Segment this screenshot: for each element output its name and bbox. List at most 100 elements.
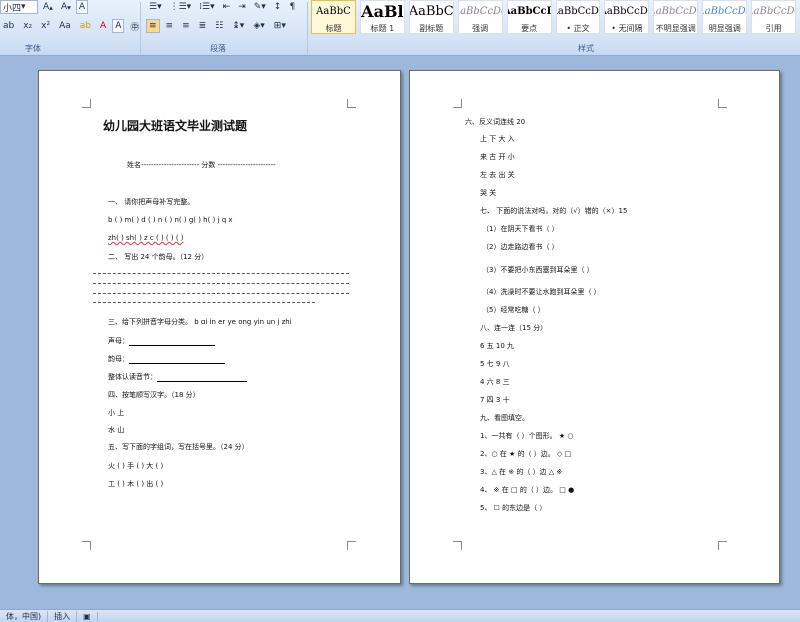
- question-line: 火 ( ) 手 ( ) 大 ( ): [108, 462, 164, 470]
- document-title: 幼儿园大班语文毕业测试题: [103, 119, 248, 133]
- margin-corner-mark: [718, 541, 727, 550]
- question-line: （4）洗澡时不要让水跑到耳朵里（ ）: [482, 288, 601, 296]
- divider: [140, 2, 141, 54]
- superscript-button[interactable]: x²: [38, 19, 53, 33]
- style-strong[interactable]: AaBbCcD 要点: [506, 0, 552, 34]
- question-heading: 二、 写出 24 个韵母。（12 分）: [108, 253, 209, 261]
- font-size-select[interactable]: 小四 ▾: [0, 0, 38, 14]
- font-color-icon[interactable]: A: [97, 19, 109, 33]
- subscript-button[interactable]: x₂: [20, 19, 35, 33]
- question-line: 3、△ 在 ※ 的（ ）边 △ ※: [480, 468, 563, 476]
- style-name: 不明显强调: [655, 24, 696, 33]
- paragraph-toolbar-row1: ☰▾ ⋮☰▾ ⁞☰▾ ⇤ ⇥ ✎▾ ↕ ¶: [146, 0, 298, 14]
- style-sample: AaBbCcD: [508, 6, 551, 17]
- style-name: 引用: [765, 24, 782, 33]
- language-status[interactable]: 体，中国): [0, 610, 49, 622]
- numbering-icon[interactable]: ⋮☰▾: [167, 0, 195, 14]
- style-emphasis[interactable]: AaBbCcDd 强调: [457, 0, 503, 34]
- question-heading: 七、 下面的说法对吗，对的（√）错的（×）15: [480, 207, 628, 215]
- decrease-indent-icon[interactable]: ⇤: [220, 0, 234, 14]
- question-heading: 八、连一连（15 分）: [480, 324, 548, 332]
- bullets-icon[interactable]: ☰▾: [146, 0, 165, 14]
- margin-corner-mark: [82, 541, 91, 550]
- answer-dash-line: [93, 273, 349, 274]
- answer-blank[interactable]: [157, 374, 247, 382]
- answer-blank[interactable]: [129, 356, 225, 364]
- style-sample: AaBbCcDd: [557, 6, 600, 17]
- borders-icon[interactable]: ⊞▾: [271, 19, 289, 33]
- status-bar: 体，中国) 插入 ▣: [0, 609, 800, 622]
- question-line: 7 四 3 十: [480, 396, 510, 404]
- paragraph-group-label: 段落: [210, 44, 226, 53]
- style-title[interactable]: AaBbC 标题: [311, 0, 356, 34]
- whole-syllables-label: 整体认读音节：: [108, 373, 157, 381]
- question-line: 哭 关: [480, 189, 497, 197]
- style-subtle-emphasis[interactable]: AaBbCcDd 不明显强调: [653, 0, 699, 34]
- style-name: 标题: [325, 24, 342, 33]
- multilevel-list-icon[interactable]: ⁞☰▾: [196, 0, 217, 14]
- change-case-button[interactable]: Aa: [56, 19, 74, 33]
- style-sample: AaBbCcDd: [752, 6, 795, 17]
- highlight-icon[interactable]: ab: [77, 19, 94, 33]
- style-sample: AaBbCcDd: [654, 6, 697, 17]
- style-name: • 无间隔: [611, 24, 643, 33]
- question-line: 来 古 开 小: [480, 153, 515, 161]
- style-intense-emphasis[interactable]: AaBbCcDd 明显强调: [702, 0, 748, 34]
- macro-record-icon[interactable]: ▣: [77, 611, 98, 621]
- question-line: 5 七 9 八: [480, 360, 510, 368]
- question-line: 4、 ※ 在 □ 的（ ）边。 □ ●: [480, 486, 575, 494]
- style-sample: AaBbCcDd: [459, 6, 502, 17]
- question-heading: 三、给下列拼音字母分类。 b ɑi in er ye ong yin un j …: [108, 318, 292, 326]
- divider: [307, 2, 308, 54]
- distribute-icon[interactable]: ☷: [212, 19, 226, 33]
- question-line: （2）边走路边看书（ ）: [482, 243, 559, 251]
- increase-indent-icon[interactable]: ⇥: [235, 0, 249, 14]
- align-right-icon[interactable]: ≡: [179, 19, 193, 33]
- question-line: 左 去 出 关: [480, 171, 515, 179]
- style-quote[interactable]: AaBbCcDd 引用: [751, 0, 797, 34]
- sort-icon[interactable]: ↕: [271, 0, 285, 14]
- style-normal[interactable]: AaBbCcDd • 正文: [555, 0, 601, 34]
- chinese-layout-icon[interactable]: ✎▾: [251, 0, 269, 14]
- question-heading: 五、写下面的字组词，写在括号里。（24 分）: [108, 443, 249, 451]
- style-name: 副标题: [419, 24, 444, 33]
- phonetic-guide-icon[interactable]: A: [75, 0, 89, 14]
- font-group-label: 字体: [25, 44, 41, 53]
- answer-blank[interactable]: [129, 338, 215, 346]
- question-line: 4 六 8 三: [480, 378, 510, 386]
- justify-icon[interactable]: ≣: [196, 19, 210, 33]
- question-heading: 六、反义词连线 20: [465, 118, 526, 126]
- strikethrough-button[interactable]: ab: [0, 19, 17, 33]
- shading-icon[interactable]: ◈▾: [250, 19, 267, 33]
- align-left-icon[interactable]: ≡: [146, 19, 160, 33]
- question-line: 2、○ 在 ★ 的（ ）边。 ◇ □: [480, 450, 572, 458]
- answer-label: 声母：: [108, 336, 215, 346]
- style-name: 标题 1: [370, 24, 395, 33]
- style-subtitle[interactable]: AaBbC 副标题: [408, 0, 454, 34]
- font-toolbar-row1: 小四 ▾ A ▴ A ▾ A: [0, 0, 89, 14]
- question-line: 水 山: [108, 426, 125, 434]
- font-toolbar-row2: ab x₂ x² Aa ab A A ㊥: [0, 18, 142, 34]
- show-marks-icon[interactable]: ¶: [286, 0, 298, 14]
- line-spacing-icon[interactable]: ↨▾: [229, 19, 247, 33]
- style-heading-1[interactable]: AaBl 标题 1: [359, 0, 405, 34]
- style-sample: AaBbCcDd: [605, 6, 648, 17]
- insert-mode-status[interactable]: 插入: [48, 610, 78, 622]
- question-heading: 九、看图填空。: [480, 414, 529, 422]
- document-page-1[interactable]: 幼儿园大班语文毕业测试题 姓名----------------------- 分…: [38, 70, 401, 584]
- style-no-spacing[interactable]: AaBbCcDd • 无间隔: [604, 0, 650, 34]
- grow-font-button[interactable]: A ▴: [40, 0, 56, 14]
- style-sample: AaBbCcDd: [703, 6, 746, 17]
- document-page-2[interactable]: 六、反义词连线 20 上 下 大 入 来 古 开 小 左 去 出 关 哭 关 七…: [409, 70, 780, 584]
- consonants-label: 声母：: [108, 337, 129, 345]
- answer-label: 整体认读音节：: [108, 372, 247, 382]
- styles-group-label: 样式: [578, 44, 594, 53]
- style-sample: AaBl: [361, 2, 404, 21]
- question-line: b ( ) m( ) d ( ) n ( ) n( ) g( ) h( ) j …: [108, 216, 233, 224]
- char-border-icon[interactable]: A: [112, 19, 125, 33]
- align-center-icon[interactable]: ≡: [163, 19, 177, 33]
- name-score-line: 姓名----------------------- 分数 -----------…: [127, 161, 276, 169]
- answer-label: 韵母：: [108, 354, 225, 364]
- question-heading: 四、按笔顺写汉字。（18 分）: [108, 391, 200, 399]
- shrink-font-button[interactable]: A ▾: [58, 0, 74, 14]
